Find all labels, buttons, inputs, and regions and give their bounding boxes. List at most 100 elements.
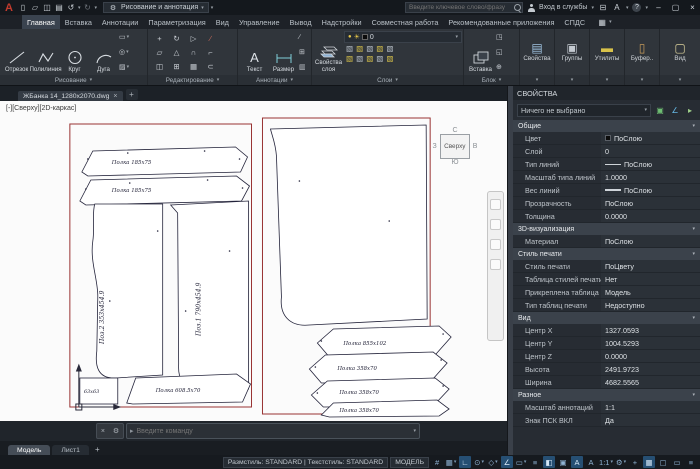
file-tab-close-icon[interactable]: × xyxy=(113,93,117,100)
tab-insert[interactable]: Вставка xyxy=(60,15,97,29)
viewcube-west[interactable]: З xyxy=(433,143,437,150)
lineweight-display-icon[interactable]: ≡ xyxy=(529,456,541,468)
panel-label-modify[interactable]: Редактирование▾ xyxy=(148,75,237,85)
clean-screen-icon[interactable]: ▭ xyxy=(671,456,683,468)
tab-home[interactable]: Главная xyxy=(22,15,60,29)
viewcube[interactable]: С З Сверху В Ю xyxy=(425,127,485,166)
panel-label-groups[interactable]: ▾ xyxy=(555,75,589,85)
copy-tool[interactable]: ▱ xyxy=(157,48,163,57)
object-snap-icon[interactable]: ∠ xyxy=(501,456,513,468)
layer-tool-icon[interactable]: ▧ xyxy=(346,44,353,53)
search-input[interactable] xyxy=(406,4,513,11)
layer-select[interactable]: ● ☀ 0 ▾ xyxy=(344,31,462,43)
annotation-visibility-icon[interactable]: А xyxy=(571,456,583,468)
grid-icon[interactable]: # xyxy=(431,456,443,468)
tab-output[interactable]: Вывод xyxy=(285,15,317,29)
selection-cycling-icon[interactable]: ▣ xyxy=(557,456,569,468)
layer-tool-icon[interactable]: ▧ xyxy=(386,44,393,53)
navigation-bar[interactable] xyxy=(487,191,504,341)
section-view[interactable]: Вид▾ xyxy=(513,312,700,324)
open-file-icon[interactable]: ▱ xyxy=(30,2,40,13)
help-search[interactable] xyxy=(405,2,523,13)
tab-parametric[interactable]: Параметризация xyxy=(143,15,210,29)
attributes-tool[interactable]: ⊕ xyxy=(496,61,503,73)
hardware-acceleration-icon[interactable]: ▢ xyxy=(657,456,669,468)
array-tool[interactable]: ▦ xyxy=(190,62,197,71)
layer-tool-icon[interactable]: ▧ xyxy=(386,54,393,63)
viewcube-east[interactable]: В xyxy=(473,143,478,150)
workspace-switcher[interactable]: ⚙ Рисование и аннотация ▾ xyxy=(103,2,209,13)
section-general[interactable]: Общие▾ xyxy=(513,120,700,132)
signin-caret-icon[interactable]: ▾ xyxy=(591,5,594,11)
stretch-tool[interactable]: ◫ xyxy=(156,62,163,71)
circle-tool[interactable]: Круг xyxy=(61,30,88,74)
layer-tool-icon[interactable]: ▧ xyxy=(356,44,363,53)
panel-label-draw[interactable]: Рисование▾ xyxy=(0,75,147,85)
customization-plus-icon[interactable]: + xyxy=(629,456,641,468)
tab-collaborate[interactable]: Совместная работа xyxy=(367,15,444,29)
new-drawing-button[interactable]: + xyxy=(126,89,138,100)
dimension-tool[interactable]: Размер xyxy=(270,30,297,74)
help-caret-icon[interactable]: ▾ xyxy=(645,5,648,11)
layer-tool-icon[interactable]: ▧ xyxy=(346,54,353,63)
move-tool[interactable]: + xyxy=(157,34,161,43)
scale-tool[interactable]: ⊞ xyxy=(173,62,179,71)
save-icon[interactable]: ◫ xyxy=(42,2,52,13)
viewport-controls[interactable]: [-][Сверху][2D-каркас] xyxy=(6,105,76,112)
layer-properties-tool[interactable]: Свойства слоя xyxy=(315,30,342,74)
view-panel-icon[interactable]: ▢ xyxy=(674,42,685,55)
plot-icon[interactable]: ▤ xyxy=(54,2,64,13)
selection-dropdown[interactable]: Ничего не выбрано ▾ xyxy=(517,104,651,117)
tab-spds[interactable]: СПДС xyxy=(559,15,590,29)
erase-tool[interactable]: ∕ xyxy=(210,34,211,43)
new-layout-button[interactable]: + xyxy=(91,445,104,455)
full-navigation-wheel-icon[interactable] xyxy=(490,199,501,210)
panel-label-block[interactable]: Блок▾ xyxy=(464,75,519,85)
file-tab[interactable]: ЖБанка 14_1280х2070.dwg × xyxy=(18,91,123,101)
signin-label[interactable]: Вход в службы xyxy=(539,4,587,11)
clipboard-panel-icon[interactable]: ▯ xyxy=(639,42,646,55)
rotate-tool[interactable]: ↻ xyxy=(173,34,179,43)
undo-caret-icon[interactable]: ▾ xyxy=(78,5,81,11)
polar-tracking-icon[interactable]: ⊙▾ xyxy=(473,456,485,468)
table-tool[interactable]: ⊞ xyxy=(299,46,306,58)
tab-model[interactable]: Модель xyxy=(8,445,50,455)
orbit-icon[interactable] xyxy=(490,259,501,270)
tab-addins[interactable]: Надстройки xyxy=(317,15,367,29)
donut-tool[interactable]: ◎▾ xyxy=(119,46,129,58)
zoom-icon[interactable] xyxy=(490,239,501,250)
panel-label-annotate[interactable]: Аннотации▾ xyxy=(238,75,311,85)
leader-tool[interactable]: ∕ xyxy=(299,31,306,43)
search-icon[interactable] xyxy=(513,3,522,12)
section-misc[interactable]: Разное▾ xyxy=(513,389,700,401)
quick-select-icon[interactable]: ∠ xyxy=(669,104,681,116)
offset-tool[interactable]: ⊂ xyxy=(207,62,213,71)
pan-icon[interactable] xyxy=(490,219,501,230)
styles-indicator[interactable]: Размстиль: STANDARD | Текстстиль: STANDA… xyxy=(223,457,388,468)
ortho-icon[interactable]: ∟ xyxy=(459,456,471,468)
insert-block-tool[interactable]: Вставка xyxy=(467,30,494,74)
autoscale-icon[interactable]: А xyxy=(585,456,597,468)
command-history-caret-icon[interactable]: ▾ xyxy=(413,428,416,434)
panel-label-properties[interactable]: ▾ xyxy=(520,75,554,85)
rectangle-tool[interactable]: ▭▾ xyxy=(119,31,129,43)
groups-panel-icon[interactable]: ▣ xyxy=(566,42,577,55)
maximize-button[interactable]: ▢ xyxy=(669,1,682,14)
layer-tool-icon[interactable]: ▧ xyxy=(376,54,383,63)
drawing-canvas[interactable]: Полка 185х75 Полка 185х75 Поз.2 353х454.… xyxy=(0,101,507,421)
help-icon[interactable]: ? xyxy=(632,3,641,12)
customize-wrench-icon[interactable]: ⚙ xyxy=(113,427,119,435)
panel-label-layers[interactable]: Слои▾ xyxy=(312,75,463,85)
toggle-pickadd-icon[interactable]: ▣ xyxy=(654,104,666,116)
arc-tool[interactable]: Дуга xyxy=(90,30,117,74)
redo-icon[interactable]: ↻ xyxy=(83,2,93,13)
panel-label-utilities[interactable]: ▾ xyxy=(590,75,624,85)
new-file-icon[interactable]: ▯ xyxy=(18,2,28,13)
layer-tool-icon[interactable]: ▧ xyxy=(356,54,363,63)
autocad-logo-icon[interactable]: A xyxy=(0,0,18,15)
mirror-tool[interactable]: △ xyxy=(174,48,180,57)
tab-view[interactable]: Вид xyxy=(211,15,234,29)
panel-label-view[interactable]: ▾ xyxy=(660,75,700,85)
properties-panel-icon[interactable]: ▤ xyxy=(531,42,542,55)
close-button[interactable]: × xyxy=(686,1,699,14)
